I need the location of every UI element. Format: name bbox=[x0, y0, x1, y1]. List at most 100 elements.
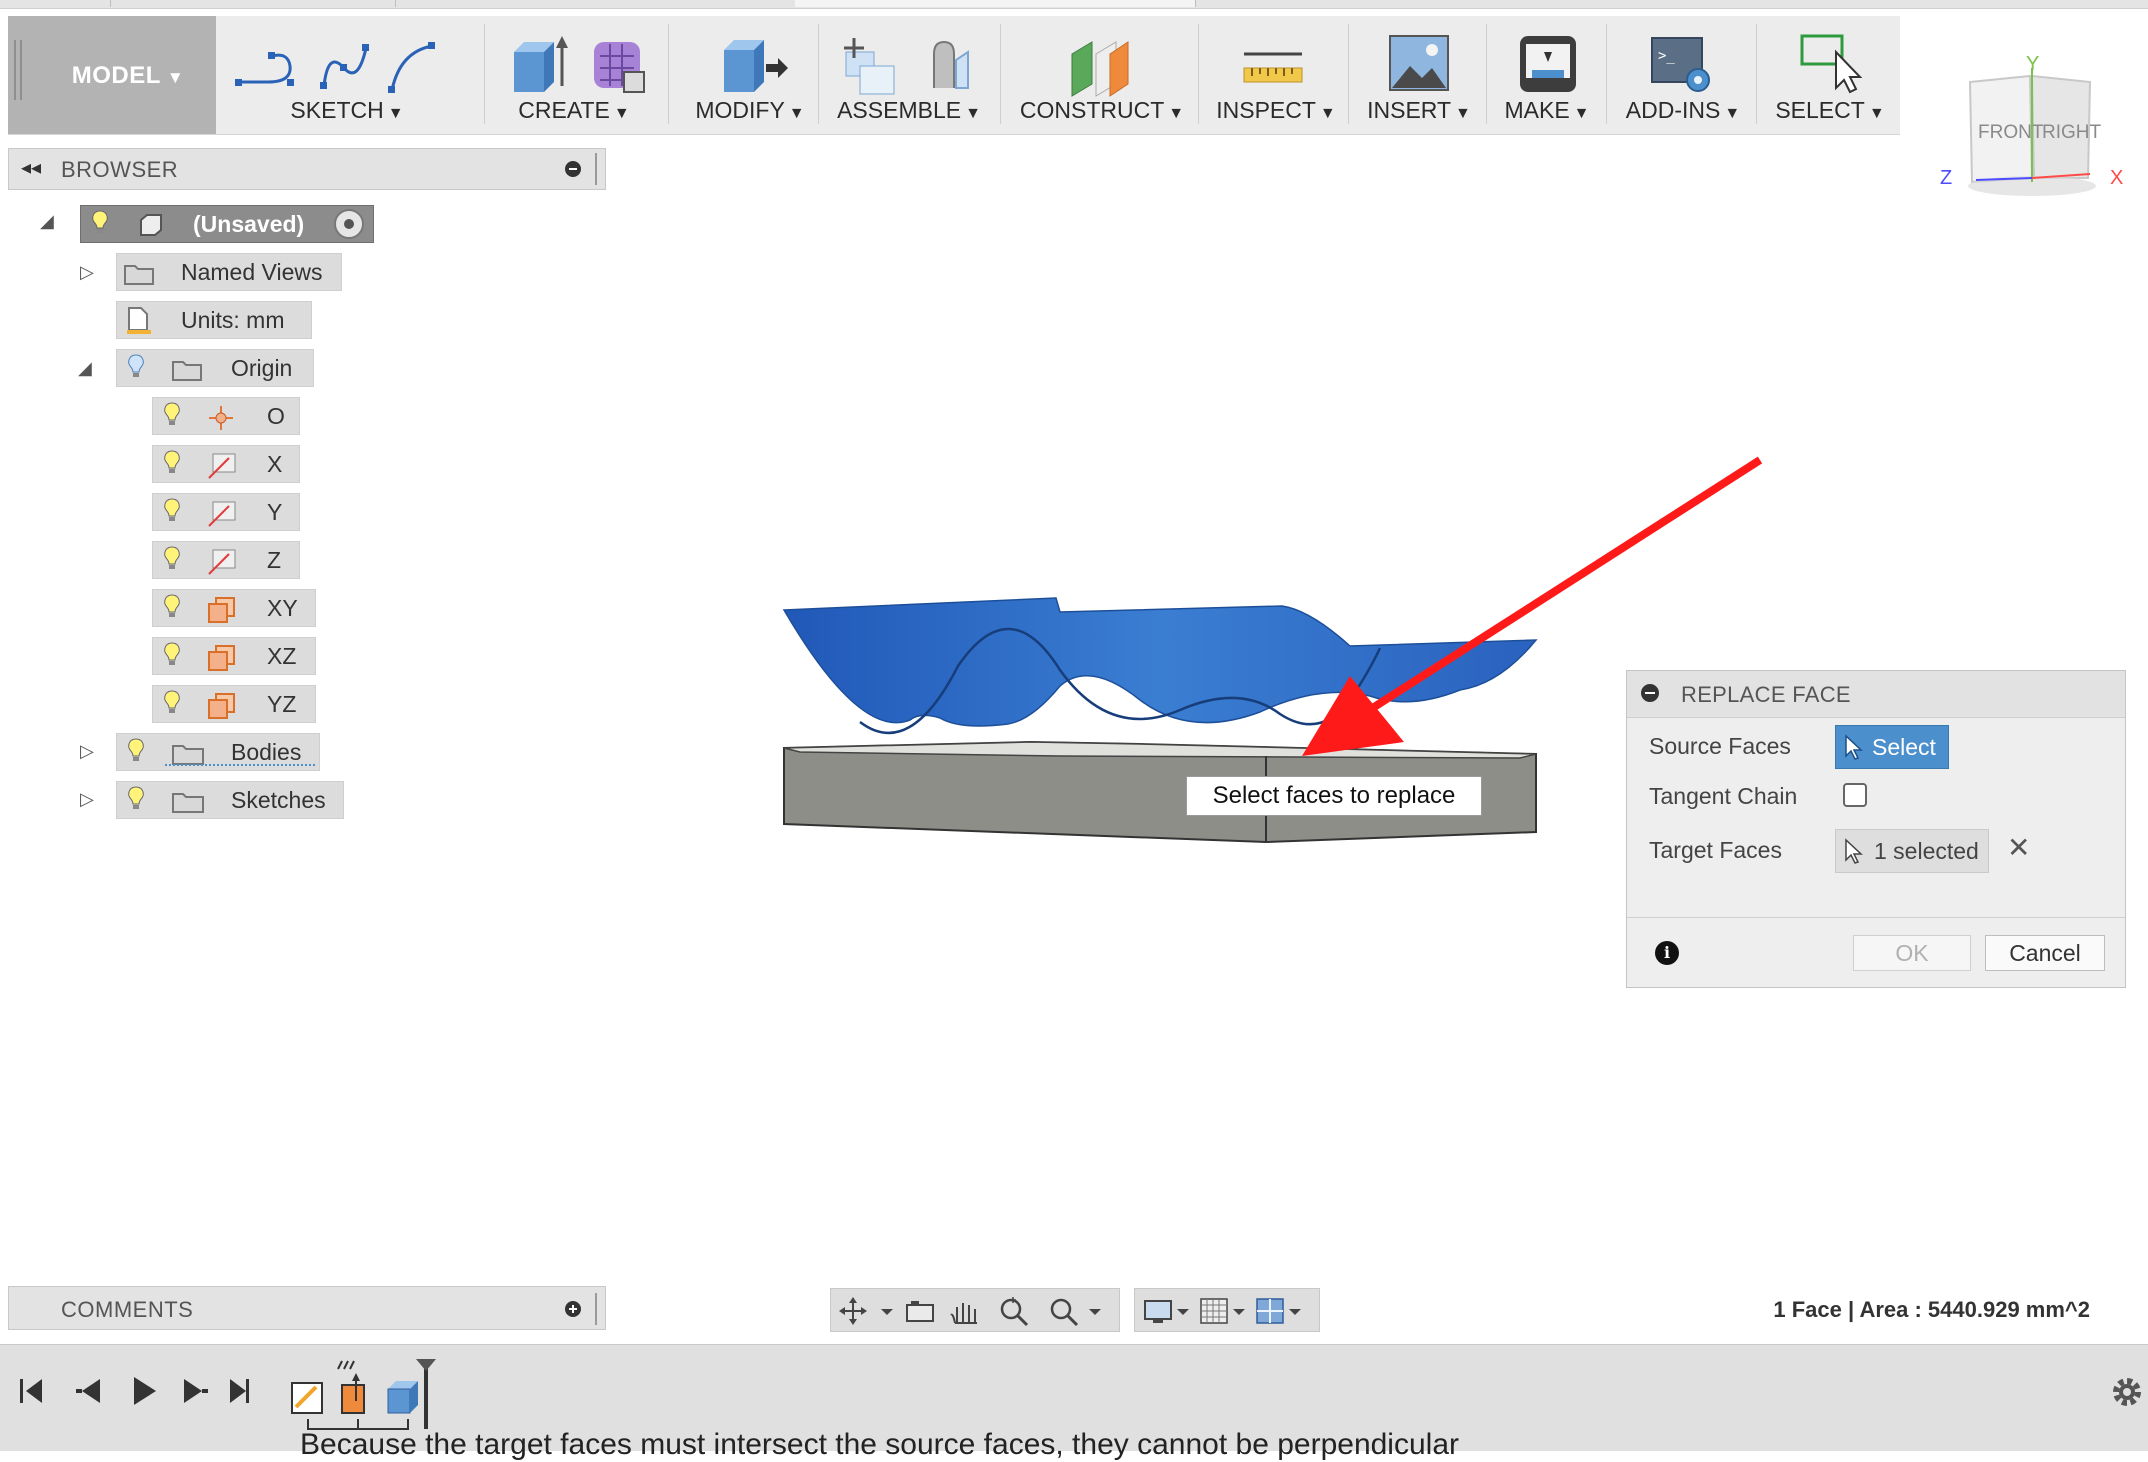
visibility-bulb-icon[interactable] bbox=[127, 738, 145, 764]
browser-item-xz-plane[interactable]: XZ bbox=[152, 637, 316, 675]
toolbar-divider bbox=[1198, 24, 1199, 124]
component-icon bbox=[140, 214, 162, 236]
toolbar-group-label: CONSTRUCT bbox=[1019, 97, 1165, 123]
window-tab[interactable] bbox=[395, 0, 796, 7]
svg-text:>_: >_ bbox=[1658, 48, 1675, 64]
visibility-bulb-icon[interactable] bbox=[163, 546, 181, 572]
browser-header[interactable]: ◂◂ BROWSER bbox=[8, 148, 606, 190]
source-faces-label: Source Faces bbox=[1649, 733, 1791, 759]
browser-item-y-axis[interactable]: Y bbox=[152, 493, 300, 531]
browser-item-x-axis[interactable]: X bbox=[152, 445, 300, 483]
visibility-bulb-icon[interactable] bbox=[127, 354, 145, 380]
collapse-panel-icon[interactable]: ◂◂ bbox=[21, 155, 41, 180]
replace-face-dialog: REPLACE FACE Source Faces Select Tangent… bbox=[1626, 670, 2126, 988]
toolbar-group-insert[interactable]: INSERT ▼ bbox=[1356, 16, 1482, 134]
chevron-down-icon: ▼ bbox=[1868, 105, 1885, 122]
chevron-down-icon: ▼ bbox=[788, 105, 805, 122]
source-surface[interactable] bbox=[782, 597, 1538, 727]
window-tab[interactable] bbox=[110, 0, 396, 7]
expand-triangle-icon[interactable]: ▷ bbox=[80, 262, 94, 283]
origin-point-icon bbox=[209, 406, 233, 430]
chevron-down-icon: ▼ bbox=[965, 105, 981, 122]
visibility-bulb-icon[interactable] bbox=[163, 594, 181, 620]
extrude-icon bbox=[514, 36, 645, 93]
browser-item-origin[interactable]: Origin bbox=[116, 349, 314, 387]
toolbar-group-inspect[interactable]: INSPECT ▼ bbox=[1208, 16, 1344, 134]
browser-item-named-views[interactable]: Named Views bbox=[116, 253, 342, 291]
expand-triangle-icon[interactable]: ▷ bbox=[80, 789, 94, 810]
info-icon[interactable]: i bbox=[1655, 941, 1679, 965]
cancel-button[interactable]: Cancel bbox=[1985, 935, 2105, 971]
window-tab[interactable] bbox=[0, 0, 111, 7]
toolbar-divider bbox=[668, 24, 669, 124]
activate-component-radio[interactable] bbox=[334, 209, 364, 239]
browser-item-xy-plane[interactable]: XY bbox=[152, 589, 316, 627]
chevron-down-icon: ▼ bbox=[1573, 105, 1590, 122]
browser-item-z-axis[interactable]: Z bbox=[152, 541, 300, 579]
3d-print-icon bbox=[1520, 36, 1576, 92]
toolbar-group-label: SELECT bbox=[1775, 97, 1865, 123]
timeline-playback-controls[interactable] bbox=[16, 1371, 256, 1411]
add-comment-icon[interactable] bbox=[565, 1301, 581, 1317]
folder-icon bbox=[172, 361, 202, 381]
toolbar-group-construct[interactable]: CONSTRUCT ▼ bbox=[1012, 16, 1192, 134]
toolbar-group-label: INSERT bbox=[1367, 97, 1452, 123]
browser-item-label: Sketches bbox=[231, 787, 326, 813]
chevron-down-icon: ▼ bbox=[613, 105, 630, 122]
chevron-down-icon: ▼ bbox=[387, 105, 404, 122]
scripts-addins-icon: >_ bbox=[1651, 37, 1710, 92]
toolbar-group-select[interactable]: SELECT ▼ bbox=[1766, 16, 1894, 134]
browser-item-bodies[interactable]: Bodies bbox=[116, 733, 320, 771]
dialog-header[interactable]: REPLACE FACE bbox=[1627, 671, 2125, 718]
expand-triangle-icon[interactable]: ◢ bbox=[40, 211, 54, 232]
visibility-bulb-icon[interactable] bbox=[163, 690, 181, 716]
browser-item-label: Origin bbox=[231, 355, 293, 381]
visibility-bulb-icon[interactable] bbox=[163, 642, 181, 668]
browser-item-label: XZ bbox=[267, 643, 297, 669]
browser-root-node[interactable]: (Unsaved) bbox=[80, 205, 374, 243]
target-faces-select-button[interactable]: 1 selected bbox=[1835, 829, 1989, 873]
cursor-arrow-icon bbox=[1845, 734, 1863, 760]
window-tab[interactable] bbox=[795, 0, 1196, 7]
toolbar-group-add-ins[interactable]: >_ ADD-INS ▼ bbox=[1614, 16, 1752, 134]
chevron-down-icon: ▼ bbox=[1168, 105, 1185, 122]
comments-header[interactable]: COMMENTS bbox=[8, 1286, 606, 1330]
view-cube-right-label: RIGHT bbox=[2042, 122, 2102, 143]
browser-item-units[interactable]: Units: mm bbox=[116, 301, 312, 339]
axis-icon bbox=[208, 501, 236, 527]
z-axis-label: Z bbox=[1940, 167, 1952, 189]
timeline-settings-gear-icon[interactable] bbox=[2110, 1375, 2144, 1409]
tangent-chain-checkbox[interactable] bbox=[1843, 783, 1867, 807]
toolbar-divider bbox=[818, 24, 819, 124]
toolbar-group-create[interactable]: CREATE ▼ bbox=[494, 16, 654, 134]
visibility-bulb-icon[interactable] bbox=[163, 402, 181, 428]
workspace-switcher-button[interactable]: MODEL ▼ bbox=[8, 16, 216, 134]
sketch-tools-icon bbox=[235, 42, 435, 93]
browser-item-sketches[interactable]: Sketches bbox=[116, 781, 344, 819]
toolbar-divider bbox=[1486, 24, 1487, 124]
panel-resize-handle[interactable] bbox=[595, 1293, 597, 1325]
toolbar-divider bbox=[1756, 24, 1757, 124]
toolbar-group-sketch[interactable]: SKETCH ▼ bbox=[228, 16, 466, 134]
browser-item-origin-point[interactable]: O bbox=[152, 397, 300, 435]
toolbar-group-modify[interactable]: MODIFY ▼ bbox=[680, 16, 820, 134]
visibility-bulb-icon[interactable] bbox=[127, 786, 145, 812]
browser-item-yz-plane[interactable]: YZ bbox=[152, 685, 316, 723]
toolbar-group-make[interactable]: MAKE ▼ bbox=[1492, 16, 1602, 134]
source-faces-select-button[interactable]: Select bbox=[1835, 725, 1949, 769]
ok-button[interactable]: OK bbox=[1853, 935, 1971, 971]
collapse-dialog-icon[interactable] bbox=[1641, 684, 1659, 702]
view-cube[interactable]: FRONT RIGHT Y Z X bbox=[1940, 50, 2130, 200]
window-tab-strip bbox=[0, 0, 2148, 9]
visibility-bulb-icon[interactable] bbox=[163, 450, 181, 476]
visibility-bulb-icon[interactable] bbox=[91, 210, 109, 236]
expand-triangle-icon[interactable]: ▷ bbox=[80, 741, 94, 762]
panel-pin-icon[interactable] bbox=[565, 161, 581, 177]
clear-selection-icon[interactable]: ✕ bbox=[2007, 831, 2030, 864]
expand-triangle-icon[interactable]: ◢ bbox=[78, 358, 92, 379]
panel-resize-handle[interactable] bbox=[595, 153, 597, 185]
visibility-bulb-icon[interactable] bbox=[163, 498, 181, 524]
toolbar-group-assemble[interactable]: ASSEMBLE ▼ bbox=[830, 16, 988, 134]
select-window-icon bbox=[1800, 34, 1863, 94]
warning-underline bbox=[165, 764, 315, 766]
